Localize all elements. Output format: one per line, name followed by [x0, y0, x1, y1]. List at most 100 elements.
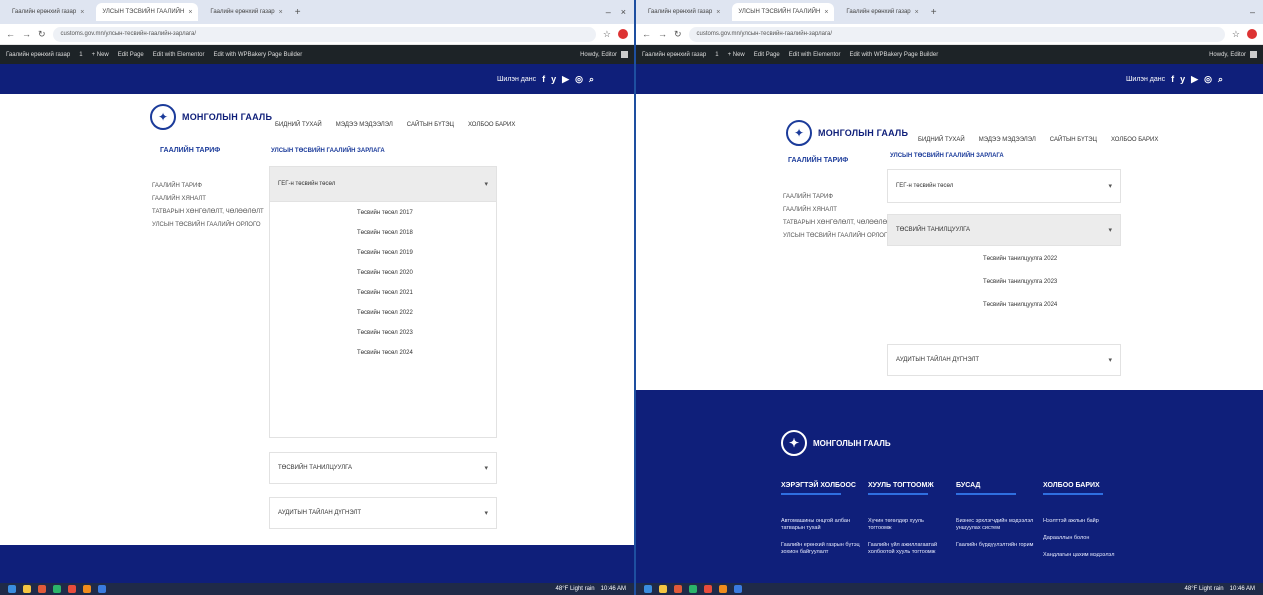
site-logo[interactable]: ✦ МОНГОЛЫН ГААЛЬ	[786, 120, 908, 146]
list-item[interactable]: Төсвийн төсөл 2022	[357, 310, 413, 316]
sidebar-item-tariff[interactable]: ГААЛИЙН ТАРИФ	[783, 194, 895, 200]
back-icon[interactable]: ←	[642, 29, 651, 39]
edge-icon[interactable]	[98, 585, 106, 593]
profile-icon[interactable]	[618, 29, 628, 39]
new-tab-button[interactable]: +	[295, 7, 301, 18]
twitter-icon[interactable]: y	[1180, 74, 1185, 84]
accordion-header[interactable]: ГЕГ-н төсвийн төсөл ▾	[888, 170, 1120, 202]
close-icon[interactable]: ×	[716, 9, 720, 16]
wp-wpbakery-link[interactable]: Edit with WPBakery Page Builder	[849, 52, 938, 58]
firefox-icon[interactable]	[83, 585, 91, 593]
browser-tab-2[interactable]: УЛСЫН ТЭСВИЙН ГААЛИЙН ×	[732, 3, 835, 21]
chrome-icon[interactable]	[68, 585, 76, 593]
menu-about[interactable]: БИДНИЙ ТУХАЙ	[918, 137, 965, 143]
search-icon[interactable]: ⌕	[589, 74, 594, 85]
footer-link[interactable]: Гаалийн ерөнхий газрын бүтэц зохион байг…	[781, 542, 861, 556]
search-icon[interactable]: ⌕	[1218, 74, 1223, 85]
forward-icon[interactable]: →	[22, 29, 31, 39]
accordion-budget-intro[interactable]: ТӨСВИЙН ТАНИЛЦУУЛГА ▾	[269, 452, 497, 484]
transparency-link[interactable]: Шилэн данс	[497, 76, 536, 83]
youtube-icon[interactable]: ▶	[1191, 74, 1198, 85]
wp-site-link[interactable]: Гаалийн ерөнхий газар	[6, 52, 70, 58]
list-item[interactable]: Төсвийн танилцуулга 2023	[983, 279, 1057, 285]
list-item[interactable]: Төсвийн төсөл 2019	[357, 250, 413, 256]
new-tab-button[interactable]: +	[931, 7, 937, 18]
footer-logo[interactable]: ✦ МОНГОЛЫН ГААЛЬ	[781, 430, 891, 456]
reload-icon[interactable]: ↻	[674, 29, 682, 40]
url-input[interactable]: customs.gov.mn/улсын-тесвийн-гаалийн-зар…	[688, 26, 1225, 42]
url-input[interactable]: customs.gov.mn/улсын-тесвийн-гаалийн-зар…	[52, 26, 596, 42]
menu-sitemap[interactable]: САЙТЫН БҮТЭЦ	[1050, 137, 1097, 143]
accordion-header[interactable]: ТӨСВИЙН ТАНИЛЦУУЛГА ▾	[888, 215, 1120, 245]
minimize-button[interactable]: –	[606, 7, 611, 17]
browser-tab-2[interactable]: УЛСЫН ТЭСВИЙН ГААЛИЙН ×	[96, 3, 199, 21]
excel-icon[interactable]	[53, 585, 61, 593]
site-logo[interactable]: ✦ МОНГОЛЫН ГААЛЬ	[150, 104, 272, 130]
footer-link[interactable]: Хүчин төгөлдөр хууль тогтоомж	[868, 518, 948, 532]
list-item[interactable]: Төсвийн төсөл 2024	[357, 350, 413, 356]
file-explorer-icon[interactable]	[659, 585, 667, 593]
list-item[interactable]: Төсвийн төсөл 2018	[357, 230, 413, 236]
wp-howdy[interactable]: Howdy, Editor	[1209, 51, 1257, 58]
wp-new-link[interactable]: + New	[728, 52, 745, 58]
wp-comments-count[interactable]: 1	[715, 52, 718, 58]
clock-label[interactable]: 10:46 AM	[601, 586, 626, 592]
accordion-budget-draft[interactable]: ГЕГ-н төсвийн төсөл ▾	[269, 166, 497, 202]
menu-news[interactable]: МЭДЭЭ МЭДЭЭЛЭЛ	[336, 122, 393, 128]
firefox-icon[interactable]	[719, 585, 727, 593]
browser-tab-3[interactable]: Гаалийн ерөнхий газар ×	[840, 3, 924, 21]
close-icon[interactable]: ×	[915, 9, 919, 16]
sidebar-item-revenue[interactable]: УЛСЫН ТӨСВИЙН ГААЛИЙН ОРЛОГО	[783, 233, 895, 239]
menu-news[interactable]: МЭДЭЭ МЭДЭЭЛЭЛ	[979, 137, 1036, 143]
wp-wpbakery-link[interactable]: Edit with WPBakery Page Builder	[213, 52, 302, 58]
office-icon[interactable]	[674, 585, 682, 593]
wp-howdy[interactable]: Howdy, Editor	[580, 51, 628, 58]
edge-icon[interactable]	[734, 585, 742, 593]
clock-label[interactable]: 10:46 AM	[1230, 586, 1255, 592]
accordion-header[interactable]: ТӨСВИЙН ТАНИЛЦУУЛГА ▾	[270, 453, 496, 483]
instagram-icon[interactable]: ◎	[1204, 74, 1212, 85]
sidebar-item-revenue[interactable]: УЛСЫН ТӨСВИЙН ГААЛИЙН ОРЛОГО	[152, 222, 264, 228]
menu-about[interactable]: БИДНИЙ ТУХАЙ	[275, 122, 322, 128]
sidebar-item-tax-relief[interactable]: ТАТВАРЫН ХӨНГӨЛӨЛТ, ЧӨЛӨӨЛӨЛТ	[783, 220, 895, 226]
back-icon[interactable]: ←	[6, 29, 15, 39]
twitter-icon[interactable]: y	[551, 74, 556, 84]
instagram-icon[interactable]: ◎	[575, 74, 583, 85]
sidebar-item-control[interactable]: ГААЛИЙН ХЯНАЛТ	[152, 196, 264, 202]
wp-new-link[interactable]: + New	[92, 52, 109, 58]
star-icon[interactable]: ☆	[603, 29, 611, 40]
wp-edit-page-link[interactable]: Edit Page	[754, 52, 780, 58]
weather-label[interactable]: 48°F Light rain	[1185, 586, 1224, 592]
list-item[interactable]: Төсвийн төсөл 2017	[357, 210, 413, 216]
wp-site-link[interactable]: Гаалийн ерөнхий газар	[642, 52, 706, 58]
chrome-icon[interactable]	[704, 585, 712, 593]
footer-link[interactable]: Хандлагын цахим мэдээлэл	[1043, 552, 1123, 559]
accordion-budget-intro[interactable]: ТӨСВИЙН ТАНИЛЦУУЛГА ▾	[887, 214, 1121, 246]
footer-link[interactable]: Нээлттэй ажлын байр	[1043, 518, 1123, 525]
windows-start-icon[interactable]	[8, 585, 16, 593]
browser-tab-3[interactable]: Гаалийн ерөнхий газар ×	[204, 3, 288, 21]
transparency-link[interactable]: Шилэн данс	[1126, 76, 1165, 83]
list-item[interactable]: Төсвийн танилцуулга 2024	[983, 302, 1057, 308]
wp-comments-count[interactable]: 1	[79, 52, 82, 58]
office-icon[interactable]	[38, 585, 46, 593]
footer-link[interactable]: Гаалийн бүрдүүлэлтийн горим	[956, 542, 1036, 549]
footer-link[interactable]: Бизнес эрхлэгчдийн мэдээлэл уншуулах сис…	[956, 518, 1036, 532]
accordion-audit[interactable]: АУДИТЫН ТАЙЛАН ДҮГНЭЛТ ▾	[269, 497, 497, 529]
close-icon[interactable]: ×	[188, 9, 192, 16]
wp-elementor-link[interactable]: Edit with Elementor	[789, 52, 841, 58]
weather-label[interactable]: 48°F Light rain	[556, 586, 595, 592]
minimize-button[interactable]: –	[1250, 7, 1255, 17]
close-icon[interactable]: ×	[80, 9, 84, 16]
facebook-icon[interactable]: f	[542, 74, 545, 84]
list-item[interactable]: Төсвийн төсөл 2023	[357, 330, 413, 336]
file-explorer-icon[interactable]	[23, 585, 31, 593]
menu-contact[interactable]: ХОЛБОО БАРИХ	[1111, 137, 1158, 143]
browser-tab-1[interactable]: Гаалийн ерөнхий газар ×	[6, 3, 90, 21]
facebook-icon[interactable]: f	[1171, 74, 1174, 84]
accordion-header[interactable]: ГЕГ-н төсвийн төсөл ▾	[270, 167, 496, 201]
footer-link[interactable]: Гаалийн үйл ажиллагаатай холбоотой хууль…	[868, 542, 948, 556]
windows-start-icon[interactable]	[644, 585, 652, 593]
youtube-icon[interactable]: ▶	[562, 74, 569, 85]
menu-contact[interactable]: ХОЛБОО БАРИХ	[468, 122, 515, 128]
